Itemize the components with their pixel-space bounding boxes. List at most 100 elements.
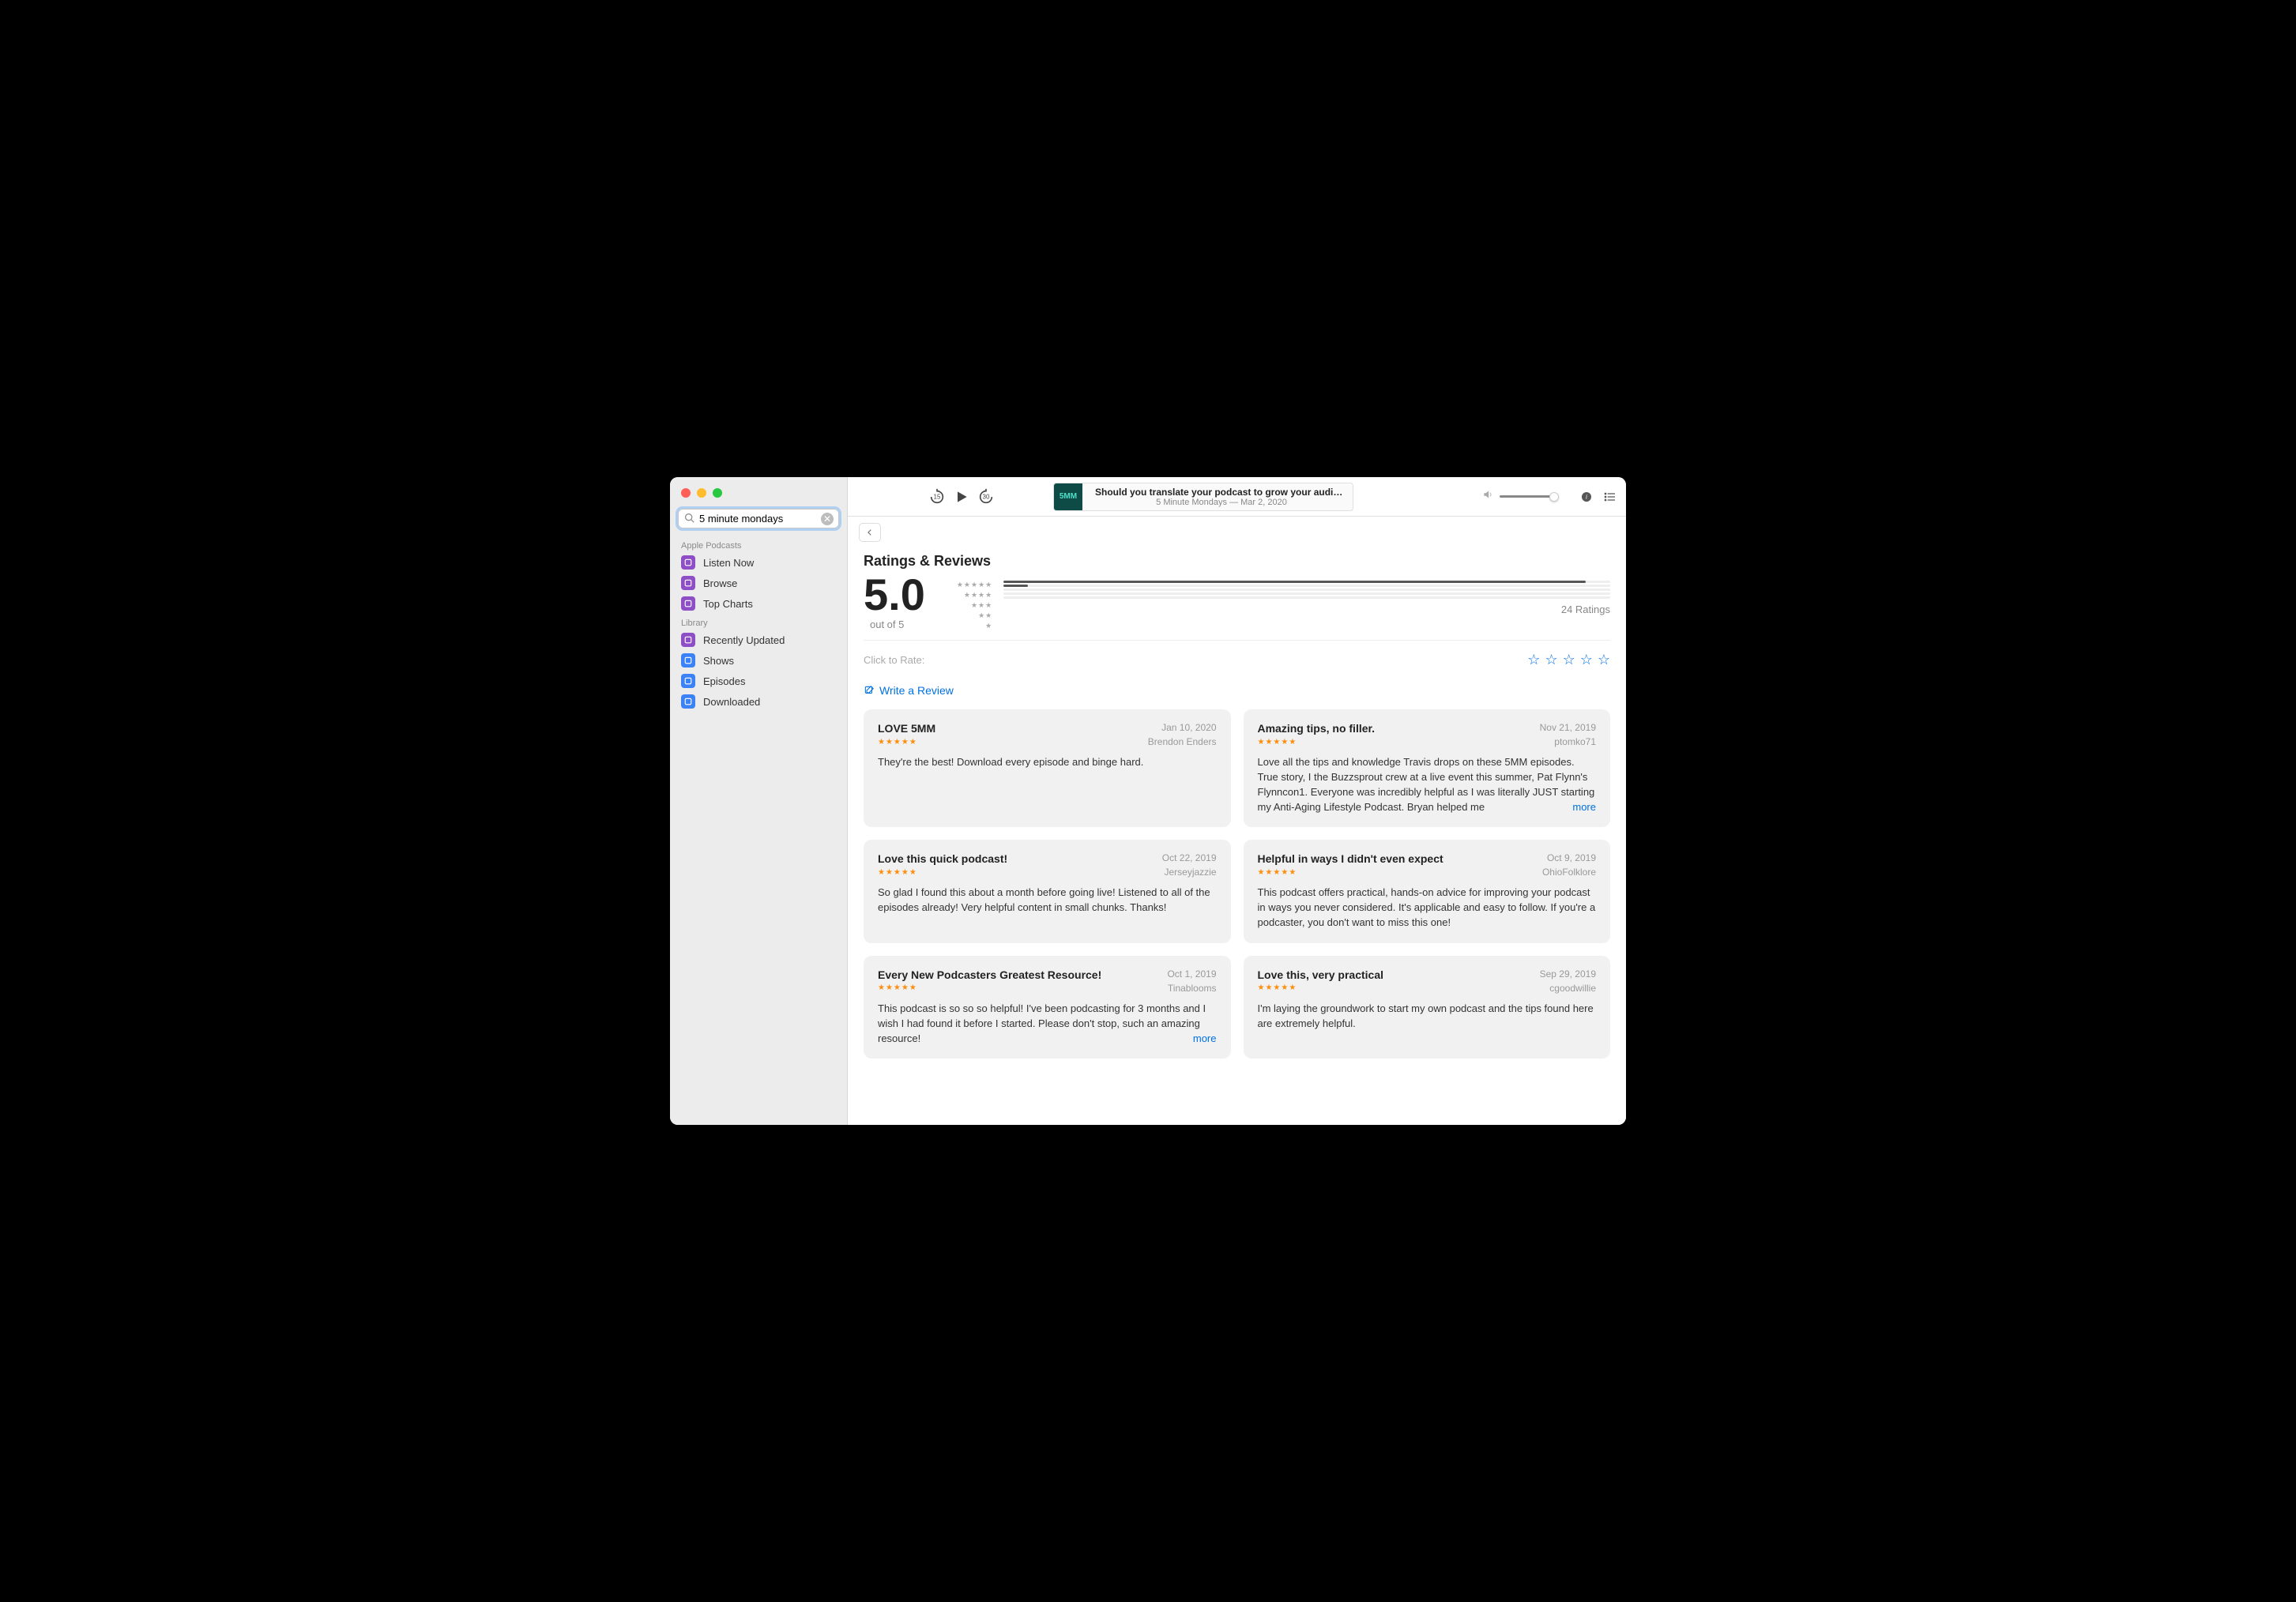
review-date: Nov 21, 2019 [1540, 722, 1596, 733]
review-stars: ★★★★★ [1258, 868, 1297, 877]
sidebar-section-label: Library [670, 614, 847, 630]
review-date: Sep 29, 2019 [1540, 968, 1596, 980]
review-body: This podcast is so so so helpful! I've b… [878, 1002, 1217, 1047]
rate-star-5[interactable]: ☆ [1598, 652, 1610, 668]
now-playing-title: Should you translate your podcast to gro… [1095, 487, 1348, 498]
sidebar-item-downloaded[interactable]: Downloaded [670, 691, 847, 712]
now-playing-subtitle: 5 Minute Mondays — Mar 2, 2020 [1095, 498, 1348, 507]
review-author: Tinablooms [1168, 983, 1217, 994]
app-window: ✕ Apple PodcastsListen Now Browse Top Char… [670, 477, 1626, 1125]
review-card: Every New Podcasters Greatest Resource!O… [864, 956, 1231, 1059]
click-to-rate-label: Click to Rate: [864, 654, 924, 666]
review-author: cgoodwillie [1549, 983, 1596, 994]
sidebar-section-label: Apple Podcasts [670, 536, 847, 552]
sidebar-item-shows[interactable]: Shows [670, 650, 847, 671]
skip-back-button[interactable]: 15 [928, 488, 946, 506]
content-scroll[interactable]: Ratings & Reviews 5.0 out of 5 ★★★★★★★★★… [848, 548, 1626, 1125]
rating-out-of: out of 5 [870, 619, 904, 630]
sidebar-item-label: Downloaded [703, 696, 760, 708]
search-input[interactable] [679, 510, 838, 528]
breakdown-bar [1003, 596, 1610, 599]
breakdown-bar [1003, 592, 1610, 595]
now-playing-text: Should you translate your podcast to gro… [1090, 485, 1353, 509]
volume-control[interactable] [1482, 489, 1555, 504]
rate-star-4[interactable]: ☆ [1580, 652, 1593, 668]
breakdown-bar [1003, 585, 1610, 587]
average-rating: 5.0 [864, 573, 925, 617]
sidebar-item-browse[interactable]: Browse [670, 573, 847, 593]
skip-back-label: 15 [934, 493, 941, 500]
review-more-link[interactable]: more [1193, 1032, 1217, 1047]
sidebar-item-episodes[interactable]: Episodes [670, 671, 847, 691]
sidebar-item-label: Shows [703, 655, 734, 667]
rate-star-1[interactable]: ☆ [1527, 652, 1540, 668]
minimize-window-button[interactable] [697, 488, 706, 498]
review-card: Love this quick podcast!Oct 22, 2019★★★★… [864, 840, 1231, 943]
queue-button[interactable] [1604, 491, 1617, 503]
sidebar-item-top-charts[interactable]: Top Charts [670, 593, 847, 614]
breakdown-bars [1003, 581, 1610, 599]
play-button[interactable] [954, 489, 969, 505]
review-card: Amazing tips, no filler.Nov 21, 2019★★★★… [1244, 709, 1611, 827]
search-field[interactable]: ✕ [678, 509, 839, 528]
stack-icon [681, 653, 695, 668]
search-icon [684, 513, 694, 525]
window-controls [670, 485, 847, 509]
review-title: LOVE 5MM [878, 722, 935, 735]
click-to-rate-stars[interactable]: ☆ ☆ ☆ ☆ ☆ [1527, 652, 1610, 668]
review-author: OhioFolklore [1542, 867, 1596, 878]
review-date: Jan 10, 2020 [1161, 722, 1216, 733]
review-card: LOVE 5MM Jan 10, 2020 ★★★★★ Brendon Enders T… [864, 709, 1231, 827]
sidebar-item-listen-now[interactable]: Listen Now [670, 552, 847, 573]
close-window-button[interactable] [681, 488, 691, 498]
now-playing[interactable]: 5MM Should you translate your podcast to… [1053, 483, 1353, 511]
review-title: Every New Podcasters Greatest Resource! [878, 968, 1101, 981]
info-button[interactable]: i [1580, 491, 1593, 503]
toolbar: 15 30 5MM Should you translate your podc… [848, 477, 1626, 517]
review-author: ptomko71 [1554, 736, 1596, 747]
zoom-window-button[interactable] [713, 488, 722, 498]
review-stars: ★★★★★ [878, 868, 917, 877]
review-stars: ★★★★★ [1258, 738, 1297, 746]
volume-slider[interactable] [1500, 495, 1555, 498]
play-circle-icon [681, 555, 695, 570]
compose-icon [864, 685, 875, 696]
review-title: Love this, very practical [1258, 968, 1384, 981]
write-review-label: Write a Review [879, 684, 954, 697]
review-date: Oct 9, 2019 [1547, 852, 1596, 863]
volume-icon [1482, 489, 1493, 504]
review-stars: ★★★★★ [878, 738, 917, 746]
review-author: Brendon Enders [1148, 736, 1217, 747]
review-body: They're the best! Download every episode… [878, 755, 1217, 770]
breakdown-star-labels: ★★★★★★★★★★★★★★★ [957, 581, 992, 630]
rate-star-2[interactable]: ☆ [1545, 652, 1557, 668]
sidebar: ✕ Apple PodcastsListen Now Browse Top Char… [670, 477, 848, 1125]
sidebar-item-label: Browse [703, 577, 737, 589]
review-stars: ★★★★★ [1258, 983, 1297, 992]
ratings-summary: 5.0 out of 5 ★★★★★★★★★★★★★★★ 24 Ratings [864, 573, 1610, 641]
clock-icon [681, 633, 695, 647]
skip-forward-label: 30 [983, 493, 990, 500]
review-more-link[interactable]: more [1572, 800, 1596, 815]
review-stars: ★★★★★ [878, 983, 917, 992]
rate-star-3[interactable]: ☆ [1563, 652, 1575, 668]
reviews-grid: LOVE 5MM Jan 10, 2020 ★★★★★ Brendon Enders T… [864, 709, 1610, 1059]
write-review-link[interactable]: Write a Review [864, 684, 954, 697]
ratings-heading: Ratings & Reviews [864, 553, 1610, 570]
review-body: So glad I found this about a month befor… [878, 886, 1217, 916]
review-body: This podcast offers practical, hands-on … [1258, 886, 1597, 931]
review-author: Jerseyjazzie [1164, 867, 1216, 878]
clear-search-button[interactable]: ✕ [821, 513, 834, 525]
review-title: Helpful in ways I didn't even expect [1258, 852, 1443, 865]
svg-text:i: i [1586, 493, 1587, 500]
back-button[interactable] [859, 523, 881, 542]
sidebar-item-label: Episodes [703, 675, 745, 687]
review-date: Oct 22, 2019 [1162, 852, 1217, 863]
skip-forward-button[interactable]: 30 [977, 488, 995, 506]
lines-icon [681, 674, 695, 688]
grid-icon [681, 576, 695, 590]
sidebar-item-recently-updated[interactable]: Recently Updated [670, 630, 847, 650]
review-card: Love this, very practical Sep 29, 2019 ★★★… [1244, 956, 1611, 1059]
breakdown-bar [1003, 589, 1610, 591]
now-playing-artwork: 5MM [1054, 483, 1082, 511]
